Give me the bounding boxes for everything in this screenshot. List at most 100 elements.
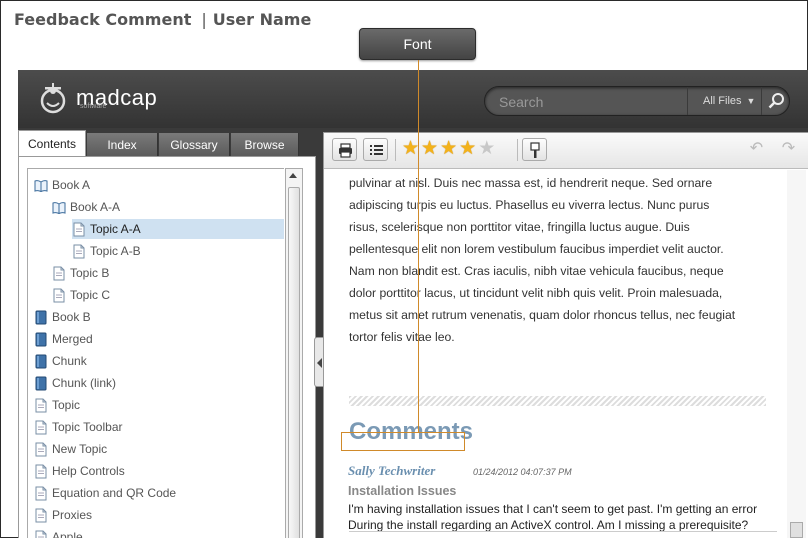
file-filter-dropdown[interactable]: All Files ▼ (687, 87, 760, 115)
highlighter-icon (530, 142, 540, 158)
toc-pane: Book A Book A-A Topic A-A Topic A-B Topic B T… (18, 156, 316, 538)
star-icon[interactable]: ★ (421, 139, 438, 159)
print-button[interactable] (332, 138, 357, 161)
toc-item[interactable]: Topic Toolbar (34, 417, 123, 437)
file-filter-label: All Files (703, 95, 742, 107)
toc-scrollbar[interactable] (285, 168, 303, 538)
content-scroll-thumb[interactable] (790, 522, 803, 538)
search-input[interactable] (499, 93, 679, 111)
list-icon (370, 145, 383, 155)
toc-item[interactable]: Book A-A (52, 197, 120, 217)
toc-item-label: Topic A-A (90, 222, 141, 236)
toc-item[interactable]: Book A (34, 175, 90, 195)
search-icon (768, 93, 784, 109)
toc-item-label: New Topic (52, 442, 108, 456)
callout-highlight-box (341, 432, 465, 451)
topic-icon (35, 442, 47, 456)
toc-item-label: Merged (52, 332, 93, 346)
text-line: tortor felis vitae leo. (349, 330, 455, 344)
toc-item-label: Equation and QR Code (52, 486, 177, 500)
book-icon (52, 201, 66, 214)
toc-tree: Book A Book A-A Topic A-A Topic A-B Topic B T… (27, 168, 284, 538)
tab-index[interactable]: Index (87, 133, 158, 157)
comment-divider (349, 531, 777, 532)
toc-item[interactable]: Apple (34, 527, 83, 538)
topic-icon (53, 266, 65, 280)
text-line: dolor porttitor lacus, ut tincidunt veli… (349, 286, 723, 300)
topic-icon (73, 244, 85, 258)
toc-item-label: Book B (52, 310, 91, 324)
text-line: Nam non blandit est. Cras iaculis, nibh … (349, 264, 724, 278)
topic-icon (35, 464, 47, 478)
toc-item[interactable]: Book B (34, 307, 91, 327)
star-icon[interactable]: ★ (478, 139, 495, 159)
brand-sub: software (80, 103, 107, 110)
madcap-logo-icon (36, 81, 70, 115)
toc-item-label: Apple (52, 530, 83, 538)
callout-subtitle: User Name (212, 10, 312, 29)
toc-item-label: Help Controls (52, 464, 125, 478)
topic-icon (35, 508, 47, 522)
toc-item-label: Chunk (52, 354, 87, 368)
star-icon[interactable]: ★ (402, 139, 419, 159)
content-scrollbar[interactable] (787, 170, 806, 538)
top-bar: madcap software All Files▼ (18, 70, 808, 128)
print-icon (339, 143, 352, 158)
toc-item-label: Chunk (link) (52, 376, 117, 390)
toc-item[interactable]: Help Controls (34, 461, 125, 481)
toc-item[interactable]: Chunk (link) (34, 373, 116, 393)
toc-item[interactable]: Merged (34, 329, 93, 349)
toc-item[interactable]: Topic (34, 395, 80, 415)
book-icon (35, 376, 47, 390)
text-line: risus, scelerisque non porttitor vitae, … (349, 220, 690, 234)
nav-tabs: Contents Index Glossary Browse (18, 130, 318, 158)
section-divider (349, 396, 766, 406)
toc-scroll-thumb[interactable] (288, 187, 300, 538)
toc-item-label: Book A-A (70, 200, 121, 214)
book-icon (35, 354, 47, 368)
toc-item[interactable]: Topic A-B (72, 241, 141, 261)
comment-date: 01/24/2012 04:07:37 PM (473, 467, 572, 477)
font-callout: Font (359, 28, 476, 60)
text-line: pulvinar at nisl. Duis nec massa est, id… (349, 176, 713, 190)
topic-icon (35, 398, 47, 412)
tab-contents[interactable]: Contents (18, 130, 86, 158)
search-button[interactable] (761, 87, 790, 115)
topic-icon (35, 530, 47, 538)
toc-item[interactable]: Topic B (52, 263, 109, 283)
text-line: metus sit amet rutrum venenatis, quam do… (349, 308, 736, 322)
toc-item[interactable]: Topic A-A (72, 219, 284, 239)
toc-item[interactable]: Equation and QR Code (34, 483, 176, 503)
forward-arrow-icon[interactable]: ↷ (776, 138, 801, 161)
search-bar: All Files ▼ (484, 86, 790, 116)
tab-glossary[interactable]: Glossary (159, 133, 230, 157)
toc-item[interactable]: Chunk (34, 351, 87, 371)
remove-highlight-button[interactable] (522, 138, 547, 161)
book-icon (35, 310, 47, 324)
toc-item-label: Topic C (70, 288, 111, 302)
scroll-up-icon[interactable] (289, 173, 297, 178)
toc-toggle-button[interactable] (363, 138, 388, 161)
topic-content: pulvinar at nisl. Duis nec massa est, id… (324, 170, 808, 538)
toolbar-divider (517, 139, 518, 161)
toolbar-divider (395, 139, 396, 161)
topic-toolbar: ★ ★ ★ ★ ★ ↶ ↷ (324, 133, 808, 169)
star-icon[interactable]: ★ (440, 139, 457, 159)
book-icon (35, 332, 47, 346)
star-icon[interactable]: ★ (459, 139, 476, 159)
chevron-left-icon (317, 358, 322, 368)
tab-browse[interactable]: Browse (231, 133, 299, 157)
toc-item[interactable]: Proxies (34, 505, 92, 525)
topic-body-text: pulvinar at nisl. Duis nec massa est, id… (349, 172, 774, 348)
topic-rating[interactable]: ★ ★ ★ ★ ★ (402, 139, 497, 159)
topic-icon (53, 288, 65, 302)
book-icon (34, 179, 48, 192)
topic-icon (73, 222, 85, 236)
back-arrow-icon[interactable]: ↶ (744, 138, 769, 161)
callout-line (418, 60, 419, 432)
toc-item[interactable]: Topic C (52, 285, 110, 305)
topic-icon (35, 486, 47, 500)
toc-item[interactable]: New Topic (34, 439, 107, 459)
toc-item-label: Topic A-B (90, 244, 141, 258)
callout-title: Feedback Comment (14, 10, 192, 29)
